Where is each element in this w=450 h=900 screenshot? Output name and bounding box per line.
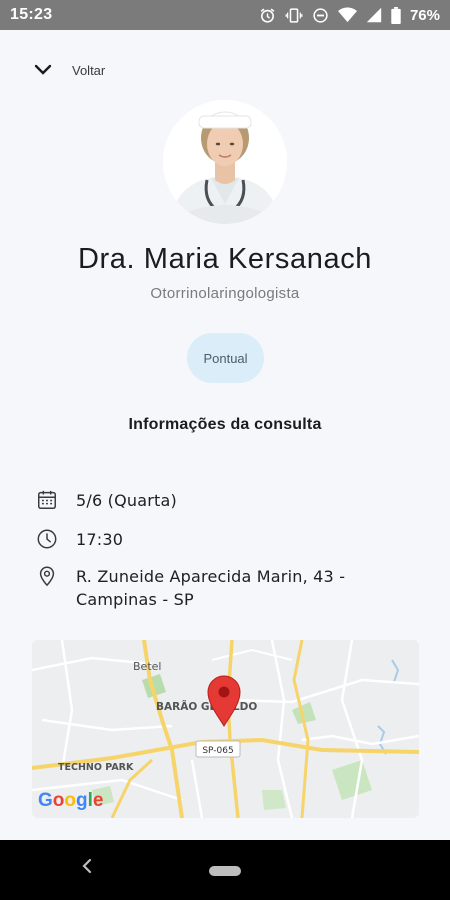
nav-home-handle[interactable] bbox=[209, 866, 241, 876]
battery-percentage: 76% bbox=[409, 6, 440, 24]
nav-back-icon[interactable] bbox=[80, 858, 94, 874]
location-map[interactable]: Betel BARÃO GERALDO TECHNO PARK SP-065 G… bbox=[32, 640, 419, 818]
vibrate-icon bbox=[285, 7, 303, 23]
doctor-specialty: Otorrinolaringologista bbox=[150, 285, 300, 302]
consultation-time: 17:30 bbox=[76, 530, 124, 549]
consultation-info-title: Informações da consulta bbox=[128, 416, 322, 433]
consultation-address: R. Zuneide Aparecida Marin, 43 - Campina… bbox=[76, 565, 345, 611]
map-label-betel: Betel bbox=[133, 660, 161, 673]
signal-icon bbox=[366, 7, 382, 23]
battery-icon bbox=[391, 6, 401, 24]
consultation-date: 5/6 (Quarta) bbox=[76, 491, 177, 510]
status-icons: 76% bbox=[259, 6, 440, 24]
address-line-1: R. Zuneide Aparecida Marin, 43 - bbox=[76, 567, 346, 586]
map-label-techno-park: TECHNO PARK bbox=[58, 762, 134, 773]
back-button[interactable]: Voltar bbox=[34, 58, 105, 82]
chevron-down-icon bbox=[34, 64, 52, 75]
status-time: 15:23 bbox=[10, 6, 53, 23]
status-bar: 15:23 76% bbox=[0, 0, 450, 30]
address-row: R. Zuneide Aparecida Marin, 43 - Campina… bbox=[36, 565, 345, 611]
google-logo: Google bbox=[38, 790, 103, 811]
doctor-avatar bbox=[163, 100, 287, 224]
dnd-icon bbox=[313, 7, 328, 23]
date-row: 5/6 (Quarta) bbox=[36, 489, 177, 512]
system-navigation-bar bbox=[0, 840, 450, 900]
map-label-barao-geraldo: BARÃO GERALDO bbox=[156, 700, 257, 713]
wifi-icon bbox=[337, 7, 357, 23]
alarm-icon bbox=[260, 8, 275, 23]
doctor-name: Dra. Maria Kersanach bbox=[77, 243, 373, 275]
map-road-shield: SP-065 bbox=[202, 746, 233, 756]
back-label: Voltar bbox=[72, 62, 106, 78]
address-line-2: Campinas - SP bbox=[76, 590, 194, 609]
clock-icon bbox=[37, 529, 57, 549]
punctuality-badge: Pontual bbox=[187, 333, 264, 383]
calendar-icon bbox=[38, 490, 56, 509]
time-row: 17:30 bbox=[36, 528, 123, 551]
location-pin-icon bbox=[39, 566, 55, 587]
